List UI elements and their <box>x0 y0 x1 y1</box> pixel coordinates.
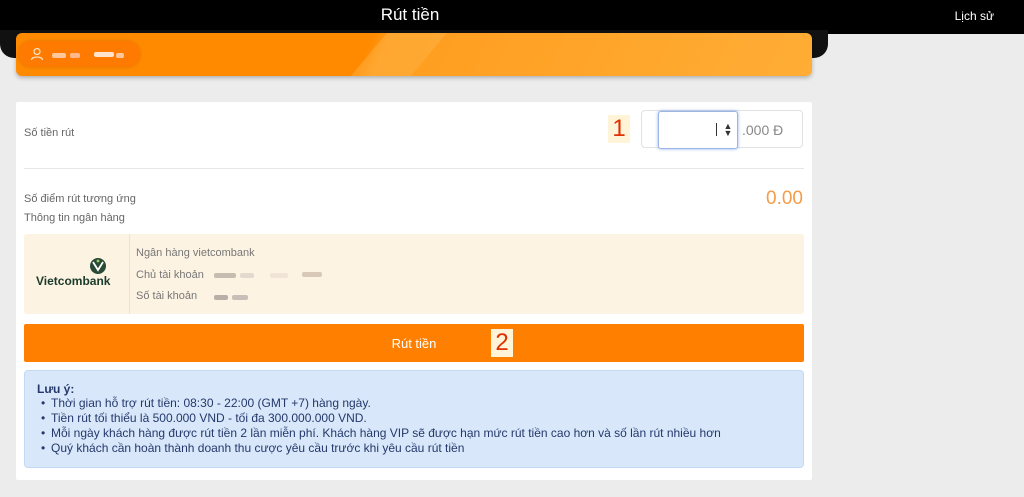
bank-info-label: Thông tin ngân hàng <box>24 212 125 224</box>
account-holder-redacted <box>302 272 322 277</box>
divider <box>24 168 804 169</box>
points-value: 0.00 <box>766 188 803 209</box>
amount-field-group: ▲ ▼ .000 Đ <box>641 110 803 149</box>
notes-title: Lưu ý: <box>37 382 75 396</box>
bank-logo: Vietcombank <box>24 234 130 314</box>
vietcombank-logo-icon <box>90 258 106 274</box>
user-icon <box>30 47 44 61</box>
history-link[interactable]: Lịch sử <box>955 9 994 23</box>
bank-logo-text: Vietcombank <box>36 274 111 288</box>
amount-label: Số tiền rút <box>24 127 75 139</box>
note-item: Thời gian hỗ trợ rút tiền: 08:30 - 22:00… <box>41 396 791 411</box>
account-number-redacted <box>214 295 228 300</box>
points-label: Số điểm rút tương ứng <box>24 193 136 205</box>
username-redacted <box>70 53 80 58</box>
banner-stripe <box>336 33 456 76</box>
step-marker-1: 1 <box>608 115 630 143</box>
username-redacted <box>52 53 66 58</box>
note-item: Quý khách cần hoàn thành doanh thu cược … <box>41 441 791 456</box>
balance-redacted <box>94 52 114 57</box>
amount-unit: .000 Đ <box>742 122 784 138</box>
text-cursor <box>716 123 717 136</box>
withdraw-card: Số tiền rút 1 ▲ ▼ .000 Đ Số điểm rút tươn… <box>16 102 812 480</box>
step-marker-2: 2 <box>491 329 513 357</box>
bank-name: Ngân hàng vietcombank <box>136 247 255 259</box>
account-holder-label: Chủ tài khoản <box>136 269 204 281</box>
withdraw-button[interactable]: Rút tiền <box>24 324 804 362</box>
account-number-redacted <box>232 295 248 300</box>
notes-list: Thời gian hỗ trợ rút tiền: 08:30 - 22:00… <box>37 396 791 456</box>
account-holder-redacted <box>240 273 254 278</box>
bank-card[interactable]: Vietcombank Ngân hàng vietcombank Chủ tà… <box>24 234 804 314</box>
user-pill[interactable] <box>18 41 140 67</box>
note-item: Tiền rút tối thiểu là 500.000 VND - tối … <box>41 411 791 426</box>
page-title: Rút tiền <box>380 5 440 24</box>
user-banner <box>16 33 812 76</box>
spinner-arrows-icon[interactable]: ▲ ▼ <box>722 122 734 138</box>
note-item: Mỗi ngày khách hàng được rút tiền 2 lần … <box>41 426 791 441</box>
notes-box: Lưu ý: Thời gian hỗ trợ rút tiền: 08:30 … <box>24 370 804 468</box>
account-holder-redacted <box>214 273 236 278</box>
top-bar: Rút tiền Lịch sử <box>0 0 1024 34</box>
balance-redacted <box>116 53 124 58</box>
account-number-label: Số tài khoản <box>136 290 198 302</box>
account-holder-redacted <box>270 273 288 278</box>
